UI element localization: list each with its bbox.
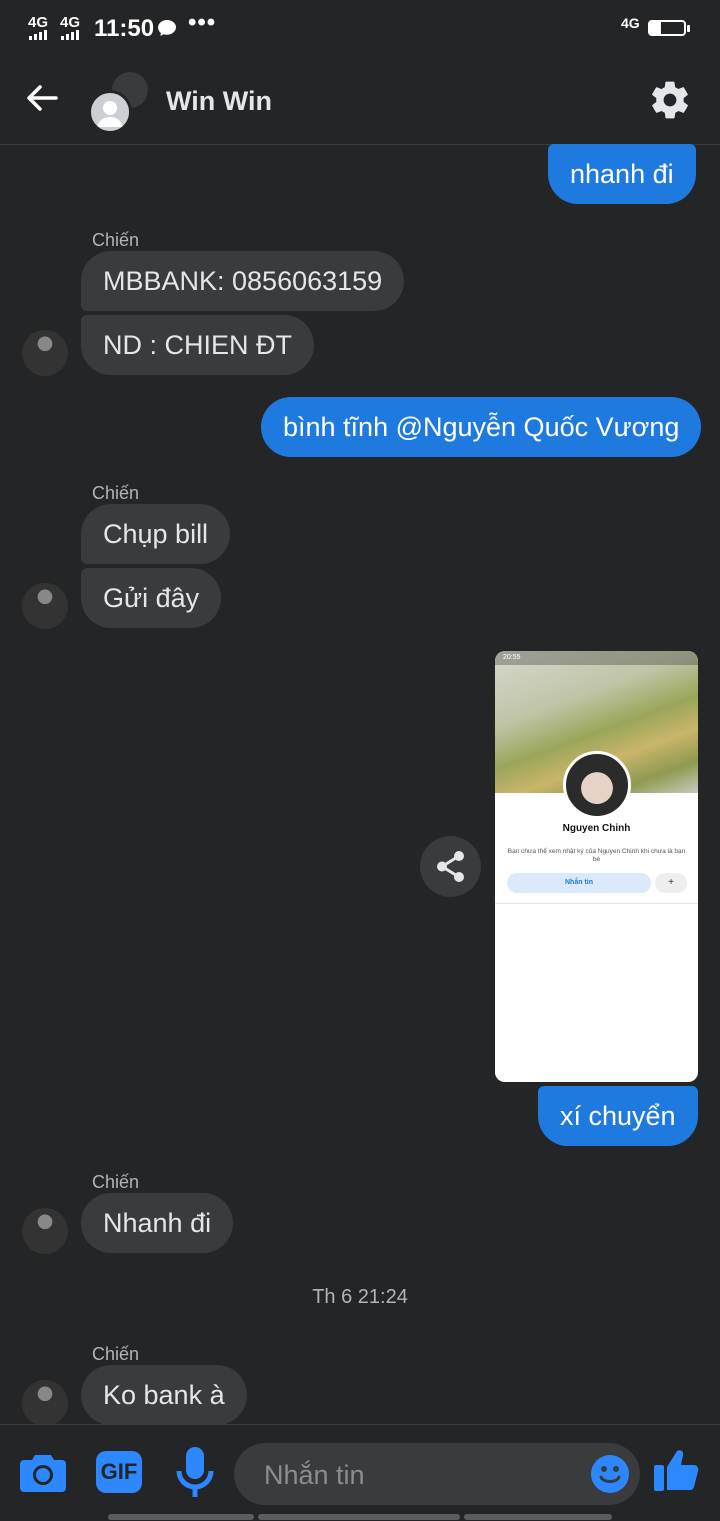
camera-icon[interactable] xyxy=(20,1451,66,1493)
image-status-time: 20:55 xyxy=(503,654,521,661)
signal-icon-2 xyxy=(61,30,79,40)
message-bubble-incoming[interactable]: Nhanh đi xyxy=(81,1193,234,1253)
divider xyxy=(495,903,698,904)
more-notifications-icon: ••• xyxy=(188,9,217,36)
battery-level: 33 xyxy=(660,21,674,35)
network-indicator-right: 4G xyxy=(621,15,640,31)
microphone-icon[interactable] xyxy=(176,1447,214,1499)
message-timestamp: Th 6 21:24 xyxy=(312,1286,408,1308)
sender-name: Chiến xyxy=(92,1344,140,1364)
add-friend-icon: + xyxy=(655,873,687,893)
nav-segment xyxy=(464,1514,612,1520)
message-bubble-incoming[interactable]: Ko bank à xyxy=(81,1365,247,1425)
message-bubble-incoming[interactable]: MBBANK: 0856063159 xyxy=(81,251,405,311)
like-icon[interactable] xyxy=(654,1447,700,1493)
message-bubble-outgoing[interactable]: bình tĩnh @Nguyễn Quốc Vương xyxy=(261,397,702,457)
nav-segment xyxy=(108,1514,254,1520)
profile-message-button: Nhắn tin xyxy=(507,873,651,893)
avatar-primary xyxy=(88,90,132,134)
profile-name: Nguyen Chinh xyxy=(562,823,631,834)
message-bubble-incoming[interactable]: Gửi đây xyxy=(81,568,222,628)
network-indicator-2: 4G xyxy=(60,14,81,31)
chat-header: Win Win xyxy=(0,58,720,145)
sender-avatar[interactable] xyxy=(22,1380,68,1426)
sender-name: Chiến xyxy=(92,230,140,250)
gear-icon[interactable] xyxy=(648,78,692,122)
message-bubble-incoming[interactable]: Chụp bill xyxy=(81,504,231,564)
messenger-notification-icon xyxy=(158,20,176,36)
nav-segment xyxy=(258,1514,460,1520)
group-avatar[interactable] xyxy=(88,72,150,134)
message-input-container xyxy=(234,1443,640,1507)
share-icon xyxy=(437,851,464,882)
message-composer: GIF xyxy=(0,1424,720,1521)
profile-description: Bạn chưa thể xem nhật ký của Nguyen Chin… xyxy=(507,848,686,863)
status-bar: 4G 4G 11:50 ••• 4G 33 xyxy=(0,0,720,58)
sender-avatar[interactable] xyxy=(22,330,68,376)
arrow-left-icon[interactable] xyxy=(22,78,62,118)
chat-title[interactable]: Win Win xyxy=(166,86,272,117)
profile-avatar xyxy=(563,751,631,819)
gif-icon[interactable]: GIF xyxy=(96,1451,142,1493)
message-bubble-incoming[interactable]: ND : CHIEN ĐT xyxy=(81,315,314,375)
image-status-bar: 20:55 xyxy=(495,651,698,665)
sender-avatar[interactable] xyxy=(22,583,68,629)
shared-image-message[interactable]: 20:55 Nguyen Chinh Bạn chưa thể xem nhật… xyxy=(495,651,698,1082)
battery-indicator: 33 xyxy=(648,20,686,36)
message-bubble-outgoing[interactable]: nhanh đi xyxy=(548,144,696,204)
sender-name: Chiến xyxy=(92,1172,140,1192)
profile-panel xyxy=(495,793,698,1082)
message-input[interactable] xyxy=(262,1443,596,1507)
share-button[interactable] xyxy=(420,836,481,897)
signal-icon xyxy=(29,30,47,40)
message-bubble-outgoing[interactable]: xí chuyển xyxy=(538,1086,698,1146)
network-indicator-1: 4G xyxy=(28,14,49,31)
sender-name: Chiến xyxy=(92,483,140,503)
user-placeholder-icon xyxy=(97,101,123,127)
emoji-icon[interactable] xyxy=(590,1454,630,1494)
battery-tip xyxy=(687,25,690,32)
sender-avatar[interactable] xyxy=(22,1208,68,1254)
status-time: 11:50 xyxy=(94,15,155,42)
system-navigation-bar xyxy=(0,1514,720,1520)
